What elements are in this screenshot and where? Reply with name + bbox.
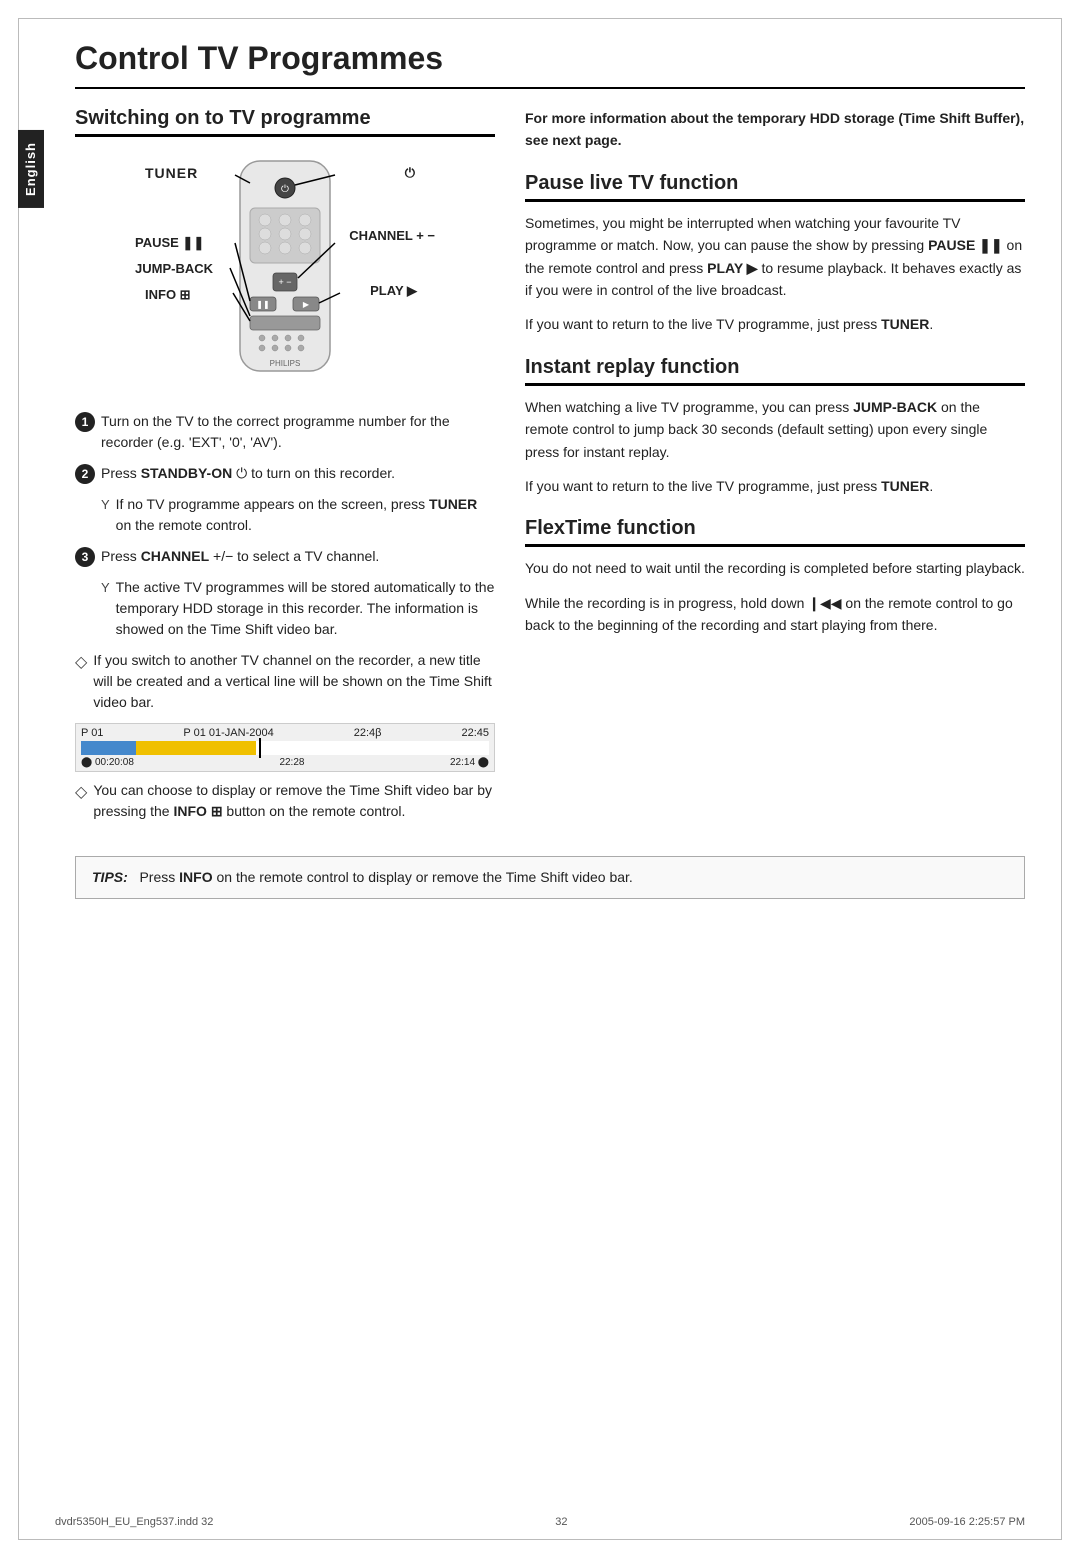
page-title: Control TV Programmes [75,40,1025,77]
steps-list: 1 Turn on the TV to the correct programm… [75,411,495,713]
substep-3a-content: The active TV programmes will be stored … [116,577,495,640]
diamond-icon-1: ◇ [75,651,87,675]
label-power: ⏻ [405,165,415,181]
diamond-step-2-content: You can choose to display or remove the … [93,780,495,822]
left-column: Switching on to TV programme ⏻ [75,107,495,832]
substep-2a: Υ If no TV programme appears on the scre… [75,494,495,536]
diamond-icon-2: ◇ [75,781,87,805]
tips-box: TIPS: Press INFO on the remote control t… [75,856,1025,899]
bar-indicator [259,738,261,758]
diamond-step-2: ◇ You can choose to display or remove th… [75,780,495,822]
bar-time-labels: ⬤ 00:20:08 22:28 22:14 ⬤ [81,757,489,768]
bar-label-time2: 22:45 [461,727,489,739]
step-1-content: Turn on the TV to the correct programme … [101,411,495,453]
instant-replay-heading: Instant replay function [525,356,1025,386]
step-y-icon-2: Υ [101,578,110,598]
step-y-icon: Υ [101,495,110,515]
diamond-step-1-content: If you switch to another TV channel on t… [93,650,495,713]
substep-2a-content: If no TV programme appears on the screen… [116,494,495,536]
step-num-3: 3 [75,547,95,567]
bar-label-time1: 22:4β [354,727,382,739]
step-1: 1 Turn on the TV to the correct programm… [75,411,495,453]
svg-text:❚❚: ❚❚ [256,300,269,309]
label-tuner: TUNER [145,165,198,181]
label-play: PLAY ▶ [370,283,417,299]
footer-right: 2005-09-16 2:25:57 PM [909,1516,1025,1528]
bar-time-mid: 22:28 [279,757,304,768]
page-footer: dvdr5350H_EU_Eng537.indd 32 32 2005-09-1… [55,1516,1025,1528]
instant-replay-para-2: If you want to return to the live TV pro… [525,475,1025,497]
left-section-heading: Switching on to TV programme [75,107,495,137]
bar-time-right: 22:14 ⬤ [450,757,489,768]
bar-time-left: ⬤ 00:20:08 [81,757,134,768]
title-rule [75,87,1025,89]
pause-live-para-2: If you want to return to the live TV pro… [525,313,1025,335]
timeshift-bar: P 01 P 01 01-JAN-2004 22:4β 22:45 ⬤ 00:2… [75,723,495,772]
footer-left: dvdr5350H_EU_Eng537.indd 32 [55,1516,213,1528]
bar-white [256,741,489,755]
svg-text:⏻: ⏻ [281,184,289,195]
step-num-1: 1 [75,412,95,432]
step-3-content: Press CHANNEL +/− to select a TV channel… [101,546,495,567]
remote-illustration: ⏻ + − [75,153,495,393]
steps-list-2: ◇ You can choose to display or remove th… [75,780,495,822]
flextime-para-1: You do not need to wait until the record… [525,557,1025,579]
label-info: INFO ⊞ [145,287,191,303]
pause-live-heading: Pause live TV function [525,172,1025,202]
bar-yellow [136,741,256,755]
svg-text:+ −: + − [278,277,291,287]
svg-text:▶: ▶ [303,300,310,309]
diamond-step-1: ◇ If you switch to another TV channel on… [75,650,495,713]
step-2: 2 Press STANDBY-ON ⏻ to turn on this rec… [75,463,495,484]
timeshift-bar-labels: P 01 P 01 01-JAN-2004 22:4β 22:45 [81,727,489,739]
pause-live-para-1: Sometimes, you might be interrupted when… [525,212,1025,302]
label-jumpback: JUMP-BACK [135,261,213,276]
substep-3a: Υ The active TV programmes will be store… [75,577,495,640]
step-3: 3 Press CHANNEL +/− to select a TV chann… [75,546,495,567]
bar-blue [81,741,136,755]
label-channel: CHANNEL + − [349,228,435,243]
tips-label: TIPS: [92,869,128,885]
flextime-heading: FlexTime function [525,517,1025,547]
tips-text: Press INFO on the remote control to disp… [132,869,633,885]
timeshift-bar-inner [81,741,489,755]
right-column: For more information about the temporary… [525,107,1025,832]
label-pause: PAUSE ❚❚ [135,235,204,251]
instant-replay-para-1: When watching a live TV programme, you c… [525,396,1025,463]
svg-text:PHILIPS: PHILIPS [270,359,301,368]
step-2-content: Press STANDBY-ON ⏻ to turn on this recor… [101,463,495,484]
step-num-2: 2 [75,464,95,484]
flextime-para-2: While the recording is in progress, hold… [525,592,1025,637]
intro-bold: For more information about the temporary… [525,107,1025,152]
page-number: 32 [555,1516,567,1528]
bar-label-p01: P 01 [81,727,103,739]
